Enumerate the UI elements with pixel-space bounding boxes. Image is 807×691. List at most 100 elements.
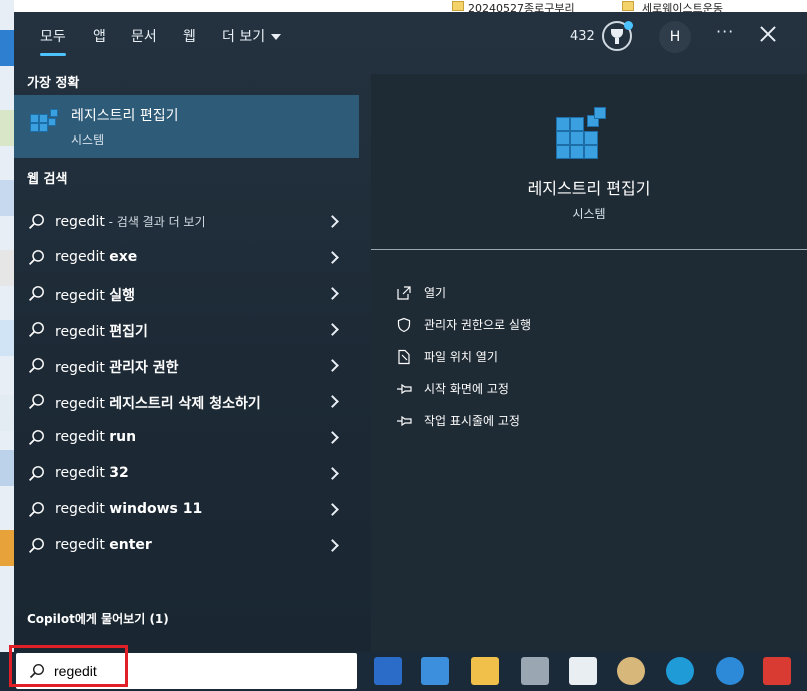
desktop-shortcut-icon[interactable]	[0, 320, 14, 356]
query-prefix: regedit	[55, 465, 110, 481]
desktop-left-strip	[0, 0, 14, 691]
query-suggestion: run	[109, 429, 137, 445]
action-pin-to-start[interactable]: 시작 화면에 고정	[396, 378, 696, 400]
web-search-item[interactable]: regedit 편집기	[14, 312, 359, 348]
app-red-icon[interactable]	[763, 657, 791, 685]
search-icon	[28, 214, 44, 230]
folder-icon	[622, 1, 634, 11]
desktop-shortcut-icon[interactable]	[0, 450, 14, 486]
desktop-shortcut-icon[interactable]	[0, 250, 14, 286]
best-match-heading: 가장 정확	[27, 76, 80, 91]
paint-icon[interactable]	[617, 657, 645, 685]
wordpad-icon[interactable]	[569, 657, 597, 685]
web-search-item[interactable]: regedit exe	[14, 240, 359, 276]
avatar[interactable]: H	[659, 21, 691, 53]
tab-documents[interactable]: 문서	[131, 24, 157, 50]
action-open-file-location[interactable]: 파일 위치 열기	[396, 346, 696, 368]
trophy-cup-shape	[611, 29, 623, 38]
tab-web[interactable]: 웹	[183, 24, 196, 50]
web-search-item[interactable]: regedit enter	[14, 528, 359, 564]
close-icon[interactable]	[758, 24, 778, 44]
mail-icon[interactable]	[421, 657, 449, 685]
web-search-item[interactable]: regedit windows 11	[14, 492, 359, 528]
edge-icon[interactable]	[666, 657, 694, 685]
web-search-item[interactable]: regedit run	[14, 420, 359, 456]
notification-dot	[624, 21, 633, 30]
internet-explorer-icon[interactable]	[716, 657, 744, 685]
query-suggestion: exe	[109, 249, 138, 265]
query-prefix: regedit	[55, 214, 105, 230]
web-search-item-label: regedit run	[55, 429, 136, 445]
file-location-icon	[398, 349, 410, 365]
search-icon	[28, 286, 44, 302]
desktop-shortcut-icon[interactable]	[0, 110, 14, 146]
query-prefix: regedit	[55, 288, 110, 304]
query-hint: - 검색 결과 더 보기	[104, 215, 206, 229]
web-search-item-label: regedit 32	[55, 465, 129, 481]
search-header: 모두 앱 문서 웹 더 보기 432 H ···	[14, 12, 807, 62]
action-open[interactable]: 열기	[396, 282, 696, 304]
action-run-as-admin[interactable]: 관리자 권한으로 실행	[396, 314, 696, 336]
tab-apps[interactable]: 앱	[93, 24, 106, 50]
calculator-icon[interactable]	[521, 657, 549, 685]
query-suggestion: enter	[109, 537, 152, 553]
trophy-stem-shape	[615, 38, 619, 44]
annotation-highlight-box	[9, 645, 128, 687]
detail-app-type: 시스템	[572, 207, 606, 221]
query-prefix: regedit	[55, 429, 110, 445]
copilot-ask-link[interactable]: Copilot에게 물어보기 (1)	[27, 610, 169, 627]
best-match-type: 시스템	[71, 133, 105, 147]
web-search-item-label: regedit 편집기	[55, 321, 148, 341]
tab-more[interactable]: 더 보기	[222, 24, 282, 50]
folder-icon	[452, 1, 464, 11]
registry-editor-icon	[30, 109, 60, 139]
rewards-trophy-icon[interactable]	[602, 21, 633, 51]
query-suggestion: 실행	[109, 288, 136, 304]
shield-icon	[397, 317, 411, 333]
chevron-right-icon	[326, 323, 339, 336]
search-icon	[28, 322, 44, 338]
chevron-right-icon	[326, 467, 339, 480]
desktop-shortcut-icon[interactable]	[0, 180, 14, 216]
action-pin-to-start-label: 시작 화면에 고정	[424, 382, 509, 396]
action-run-as-admin-label: 관리자 권한으로 실행	[424, 318, 531, 332]
chevron-right-icon	[326, 539, 339, 552]
tab-more-label: 더 보기	[222, 29, 266, 45]
web-search-item-label: regedit 레지스트리 삭제 청소하기	[55, 393, 261, 413]
action-pin-to-taskbar[interactable]: 작업 표시줄에 고정	[396, 410, 696, 432]
more-icon[interactable]: ···	[716, 22, 734, 41]
web-search-item-label: regedit windows 11	[55, 501, 202, 517]
chevron-right-icon	[326, 431, 339, 444]
best-match-name: 레지스트리 편집기	[71, 108, 179, 124]
query-suggestion: windows 11	[109, 501, 203, 517]
search-icon	[28, 466, 44, 482]
web-search-item[interactable]: regedit 실행	[14, 276, 359, 312]
chevron-right-icon	[326, 287, 339, 300]
divider	[371, 249, 807, 250]
file-explorer-icon[interactable]	[471, 657, 499, 685]
chevron-right-icon	[326, 503, 339, 516]
chevron-right-icon	[326, 251, 339, 264]
desktop-top-files: 20240527종로구부리 세로웨이스트운동	[420, 0, 807, 15]
query-prefix: regedit	[55, 324, 110, 340]
tab-all[interactable]: 모두	[40, 24, 66, 56]
desktop-shortcut-icon[interactable]	[0, 395, 14, 431]
web-search-item-label: regedit - 검색 결과 더 보기	[55, 213, 206, 230]
query-suggestion: 32	[109, 465, 129, 481]
detail-app-name: 레지스트리 편집기	[527, 179, 651, 198]
store-icon[interactable]	[374, 657, 402, 685]
search-icon	[28, 538, 44, 554]
query-suggestion: 편집기	[109, 324, 148, 340]
chevron-down-icon	[271, 34, 282, 40]
web-search-item[interactable]: regedit 레지스트리 삭제 청소하기	[14, 384, 359, 420]
query-prefix: regedit	[55, 537, 110, 553]
query-suggestion: 관리자 권한	[109, 360, 179, 376]
search-icon	[28, 430, 44, 446]
desktop-shortcut-icon[interactable]	[0, 530, 14, 566]
web-search-item[interactable]: regedit 관리자 권한	[14, 348, 359, 384]
best-match-item[interactable]: 레지스트리 편집기 시스템	[14, 95, 359, 158]
web-search-item[interactable]: regedit - 검색 결과 더 보기	[14, 204, 359, 240]
web-search-item[interactable]: regedit 32	[14, 456, 359, 492]
desktop-shortcut-icon[interactable]	[0, 30, 14, 66]
pin-icon	[397, 383, 412, 395]
